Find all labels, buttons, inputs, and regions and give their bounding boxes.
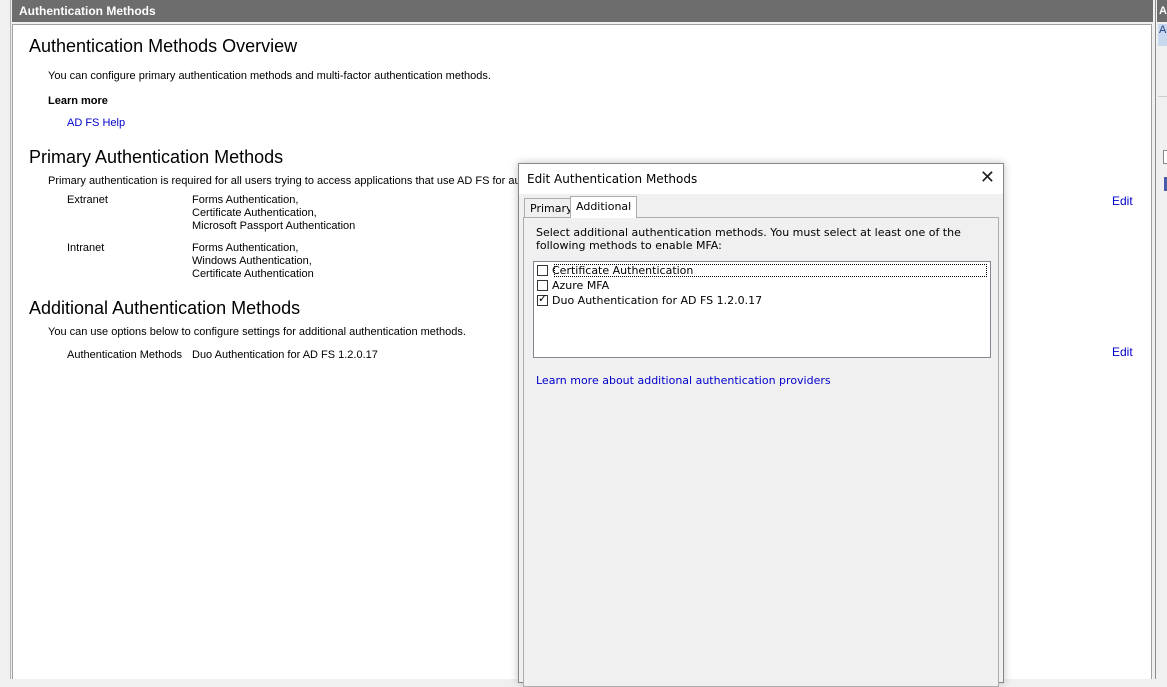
- methods-listbox[interactable]: Certificate Authentication Azure MFA ✓ Du…: [533, 261, 991, 358]
- checkmark-icon: ✓: [538, 292, 548, 305]
- intranet-method: Forms Authentication,: [192, 242, 299, 254]
- actions-pane-selected-item[interactable]: A: [1158, 24, 1167, 46]
- actions-pane-control[interactable]: [1163, 150, 1167, 164]
- close-icon[interactable]: ✕: [980, 168, 995, 188]
- primary-description: Primary authentication is required for a…: [48, 175, 543, 187]
- method-item[interactable]: ✓ Duo Authentication for AD FS 1.2.0.17: [537, 292, 763, 309]
- learn-more-label: Learn more: [48, 95, 108, 107]
- learn-more-providers-link[interactable]: Learn more about additional authenticati…: [536, 374, 831, 387]
- actions-pane-edge: [1155, 0, 1167, 679]
- ad-fs-help-link[interactable]: AD FS Help: [67, 117, 125, 129]
- primary-heading: Primary Authentication Methods: [29, 147, 284, 167]
- primary-edit-link[interactable]: Edit: [1112, 194, 1133, 208]
- dialog-title: Edit Authentication Methods: [527, 172, 698, 186]
- extranet-method: Forms Authentication,: [192, 194, 299, 206]
- extranet-label: Extranet: [67, 194, 108, 206]
- additional-description: You can use options below to configure s…: [48, 326, 466, 338]
- dialog-titlebar[interactable]: Edit Authentication Methods ✕: [519, 164, 1003, 194]
- authentication-methods-value: Duo Authentication for AD FS 1.2.0.17: [192, 349, 378, 361]
- overview-description: You can configure primary authentication…: [48, 70, 491, 82]
- intranet-label: Intranet: [67, 242, 105, 254]
- additional-edit-link[interactable]: Edit: [1112, 345, 1133, 359]
- checkbox-checked[interactable]: ✓: [537, 292, 548, 306]
- overview-heading: Authentication Methods Overview: [29, 36, 298, 56]
- left-frame-border: [0, 0, 11, 679]
- intranet-method: Windows Authentication,: [192, 255, 312, 267]
- method-label: Azure MFA: [552, 279, 610, 292]
- checkbox[interactable]: [537, 265, 548, 276]
- pane-title-bar: Authentication Methods: [12, 0, 1153, 22]
- method-item[interactable]: Certificate Authentication: [537, 264, 693, 279]
- method-label: Duo Authentication for AD FS 1.2.0.17: [552, 294, 763, 307]
- instructions-text: Select additional authentication methods…: [536, 226, 961, 252]
- extranet-method: Microsoft Passport Authentication: [192, 220, 356, 232]
- method-label: Certificate Authentication: [552, 264, 694, 277]
- actions-pane-title: A: [1157, 0, 1167, 22]
- additional-tab-panel: Select additional authentication methods…: [523, 217, 999, 687]
- authentication-methods-label: Authentication Methods: [67, 349, 182, 361]
- actions-pane-divider: [1158, 96, 1167, 97]
- extranet-method: Certificate Authentication,: [192, 207, 317, 219]
- additional-heading: Additional Authentication Methods: [29, 298, 301, 318]
- intranet-method: Certificate Authentication: [192, 268, 314, 280]
- tab-additional[interactable]: Additional: [570, 196, 638, 218]
- edit-authentication-methods-dialog: Edit Authentication Methods ✕ Primary Ad…: [518, 163, 1004, 687]
- checkbox[interactable]: [537, 280, 548, 291]
- method-item[interactable]: Azure MFA: [537, 279, 609, 294]
